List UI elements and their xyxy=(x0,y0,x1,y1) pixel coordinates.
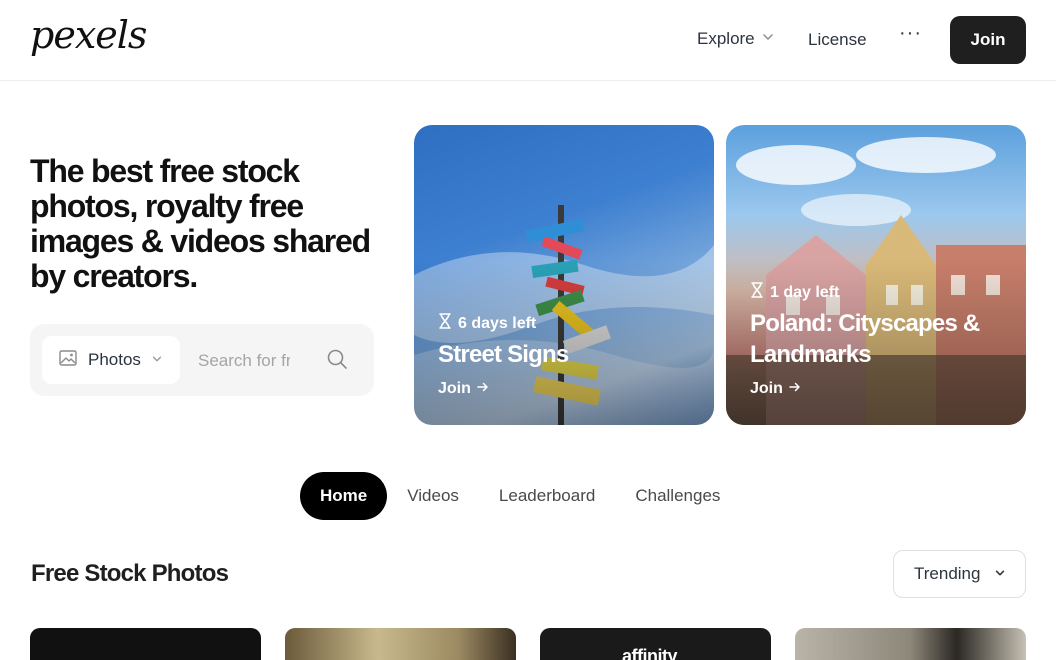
search-input[interactable] xyxy=(198,348,290,374)
search-type-dropdown[interactable]: Photos xyxy=(42,336,180,384)
challenge-time-left: 1 day left xyxy=(750,282,839,303)
challenge-card-poland[interactable]: 1 day left Poland: Cityscapes & Landmark… xyxy=(726,125,1026,425)
challenge-join-link[interactable]: Join xyxy=(750,380,801,398)
top-header: pexels Explore License ··· Join xyxy=(0,0,1056,81)
photo-thumbnail[interactable] xyxy=(285,628,516,660)
search-bar: Photos xyxy=(30,324,374,396)
join-button[interactable]: Join xyxy=(950,16,1026,64)
challenge-card-street-signs[interactable]: 6 days left Street Signs Join xyxy=(414,125,714,425)
tab-leaderboard[interactable]: Leaderboard xyxy=(479,472,615,520)
search-icon[interactable] xyxy=(326,348,350,372)
tab-challenges[interactable]: Challenges xyxy=(615,472,740,520)
challenge-title: Street Signs xyxy=(438,341,569,368)
photo-thumbnail[interactable] xyxy=(30,628,261,660)
chevron-down-icon xyxy=(994,564,1006,584)
time-left-label: 1 day left xyxy=(770,283,840,301)
join-label: Join xyxy=(438,380,471,397)
more-menu-icon[interactable]: ··· xyxy=(899,22,922,45)
challenge-join-link[interactable]: Join xyxy=(438,380,489,398)
join-label: Join xyxy=(750,380,783,397)
image-icon xyxy=(58,348,78,373)
tab-home[interactable]: Home xyxy=(300,472,388,520)
tab-videos[interactable]: Videos xyxy=(387,472,479,520)
photo-caption-text: affinity xyxy=(622,646,678,660)
nav-explore-label: Explore xyxy=(697,29,755,48)
search-type-label: Photos xyxy=(88,350,141,369)
arrow-right-icon xyxy=(477,380,489,398)
photo-thumbnail[interactable]: affinity xyxy=(540,628,771,660)
main-tabs: Home Videos Leaderboard Challenges xyxy=(300,472,740,520)
challenge-time-left: 6 days left xyxy=(438,313,536,334)
hourglass-icon xyxy=(750,282,764,303)
time-left-label: 6 days left xyxy=(458,314,537,332)
hourglass-icon xyxy=(438,313,452,334)
arrow-right-icon xyxy=(789,380,801,398)
chevron-down-icon xyxy=(761,29,775,49)
pexels-logo[interactable]: pexels xyxy=(30,16,147,54)
hero-title: The best free stock photos, royalty free… xyxy=(30,153,371,294)
sort-label: Trending xyxy=(914,564,981,583)
chevron-down-icon xyxy=(151,350,163,370)
sort-dropdown[interactable]: Trending xyxy=(893,550,1026,598)
section-title: Free Stock Photos xyxy=(31,560,229,587)
nav-explore[interactable]: Explore xyxy=(697,29,775,49)
photo-thumbnail[interactable] xyxy=(795,628,1026,660)
challenge-title: Poland: Cityscapes & Landmarks xyxy=(750,310,980,368)
nav-license[interactable]: License xyxy=(808,30,867,50)
